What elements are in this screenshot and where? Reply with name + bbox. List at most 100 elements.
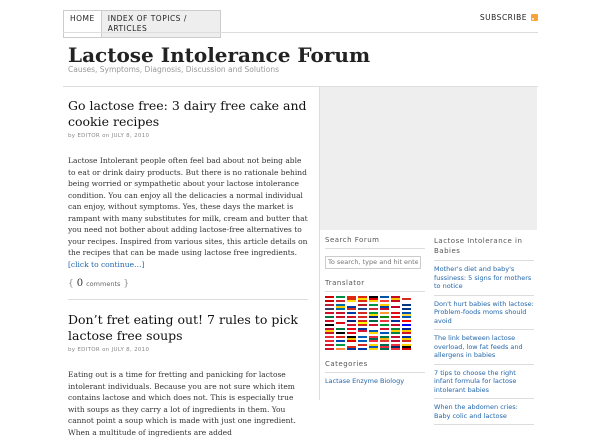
language-flag-icon[interactable]	[336, 303, 345, 310]
categories-widget: Categories Lactase Enzyme Biology	[325, 360, 425, 385]
language-flag-icon[interactable]	[347, 343, 356, 350]
language-flag-icon[interactable]	[358, 343, 367, 350]
language-flag-icon[interactable]	[380, 327, 389, 334]
language-flag-icon[interactable]	[380, 319, 389, 326]
language-flag-icon[interactable]	[380, 295, 389, 302]
language-flag-icon[interactable]	[402, 335, 411, 342]
language-flag-icon[interactable]	[347, 319, 356, 326]
sidebar-column-right: Lactose Intolerance in Babies Mother's d…	[434, 236, 534, 425]
subscribe-label[interactable]: SUBSCRIBE	[480, 13, 527, 22]
language-flag-icon[interactable]	[336, 295, 345, 302]
post-meta: by EDITOR on JULY 8, 2010	[68, 347, 150, 353]
comments-link[interactable]: { 0 comments }	[68, 278, 308, 289]
language-flags	[325, 295, 425, 350]
language-flag-icon[interactable]	[391, 335, 400, 342]
babies-widget-title: Lactose Intolerance in Babies	[434, 236, 534, 261]
language-flag-icon[interactable]	[402, 295, 411, 302]
subscribe-link[interactable]: SUBSCRIBE	[480, 13, 538, 22]
search-input[interactable]	[325, 255, 421, 269]
language-flag-icon[interactable]	[369, 327, 378, 334]
language-flag-icon[interactable]	[369, 319, 378, 326]
sidebar-banner	[319, 87, 537, 230]
language-flag-icon[interactable]	[369, 295, 378, 302]
language-flag-icon[interactable]	[380, 343, 389, 350]
language-flag-icon[interactable]	[391, 327, 400, 334]
language-flag-icon[interactable]	[325, 327, 334, 334]
language-flag-icon[interactable]	[358, 335, 367, 342]
categories-widget-title: Categories	[325, 360, 425, 373]
post-title[interactable]: Go lactose free: 3 dairy free cake and c…	[68, 98, 308, 130]
post: Don’t fret eating out! 7 rules to pick l…	[68, 312, 308, 438]
language-flag-icon[interactable]	[402, 327, 411, 334]
language-flag-icon[interactable]	[336, 319, 345, 326]
post-excerpt-text: Lactose Intolerant people often feel bad…	[68, 156, 308, 257]
language-flag-icon[interactable]	[325, 311, 334, 318]
top-navigation: HOME INDEX OF TOPICS / ARTICLES	[63, 10, 221, 38]
language-flag-icon[interactable]	[391, 303, 400, 310]
language-flag-icon[interactable]	[336, 335, 345, 342]
translator-widget-title: Translator	[325, 279, 425, 292]
language-flag-icon[interactable]	[358, 327, 367, 334]
language-flag-icon[interactable]	[336, 343, 345, 350]
language-flag-icon[interactable]	[380, 311, 389, 318]
nav-index-tab[interactable]: INDEX OF TOPICS / ARTICLES	[100, 10, 221, 38]
brace-right-icon: }	[123, 278, 130, 289]
language-flag-icon[interactable]	[391, 311, 400, 318]
language-flag-icon[interactable]	[402, 343, 411, 350]
language-flag-icon[interactable]	[325, 303, 334, 310]
language-flag-icon[interactable]	[380, 335, 389, 342]
translator-widget: Translator	[325, 279, 425, 350]
continue-link[interactable]: [click to continue…]	[68, 260, 144, 269]
language-flag-icon[interactable]	[391, 295, 400, 302]
language-flag-icon[interactable]	[325, 335, 334, 342]
brace-left-icon: {	[68, 278, 74, 289]
language-flag-icon[interactable]	[391, 319, 400, 326]
language-flag-icon[interactable]	[336, 327, 345, 334]
post-meta: by EDITOR on JULY 8, 2010	[68, 133, 150, 139]
babies-article-link[interactable]: 7 tips to choose the right infant formul…	[434, 365, 534, 399]
babies-article-link[interactable]: Mother's diet and baby's fussiness: 5 si…	[434, 261, 534, 296]
main-content: Go lactose free: 3 dairy free cake and c…	[68, 86, 308, 438]
language-flag-icon[interactable]	[347, 311, 356, 318]
language-flag-icon[interactable]	[369, 311, 378, 318]
language-flag-icon[interactable]	[347, 303, 356, 310]
nav-home-tab[interactable]: HOME	[63, 10, 102, 38]
language-flag-icon[interactable]	[325, 343, 334, 350]
divider	[68, 299, 308, 300]
site-description: Causes, Symptoms, Diagnosis, Discussion …	[68, 65, 280, 74]
language-flag-icon[interactable]	[402, 319, 411, 326]
language-flag-icon[interactable]	[402, 311, 411, 318]
babies-article-link[interactable]: The link between lactose overload, low f…	[434, 330, 534, 365]
divider	[319, 87, 320, 400]
comments-count[interactable]: 0	[77, 278, 83, 289]
search-widget-title: Search Forum	[325, 236, 425, 249]
language-flag-icon[interactable]	[347, 327, 356, 334]
post-title[interactable]: Don’t fret eating out! 7 rules to pick l…	[68, 312, 308, 344]
post-excerpt: Eating out is a time for fretting and pa…	[68, 370, 296, 437]
post: Go lactose free: 3 dairy free cake and c…	[68, 98, 308, 300]
language-flag-icon[interactable]	[358, 295, 367, 302]
language-flag-icon[interactable]	[358, 303, 367, 310]
site-title[interactable]: Lactose Intolerance Forum	[68, 43, 370, 67]
language-flag-icon[interactable]	[358, 311, 367, 318]
babies-article-link[interactable]: Don't hurt babies with lactose: Problem-…	[434, 296, 534, 330]
comments-label[interactable]: comments	[86, 280, 120, 288]
language-flag-icon[interactable]	[369, 335, 378, 342]
language-flag-icon[interactable]	[380, 303, 389, 310]
language-flag-icon[interactable]	[347, 295, 356, 302]
category-link[interactable]: Lactase Enzyme Biology	[325, 377, 425, 385]
language-flag-icon[interactable]	[336, 311, 345, 318]
language-flag-icon[interactable]	[325, 319, 334, 326]
language-flag-icon[interactable]	[369, 303, 378, 310]
babies-article-link[interactable]: When the abdomen cries: Baby colic and l…	[434, 399, 534, 425]
divider	[63, 32, 538, 33]
language-flag-icon[interactable]	[325, 295, 334, 302]
language-flag-icon[interactable]	[402, 303, 411, 310]
language-flag-icon[interactable]	[369, 343, 378, 350]
language-flag-icon[interactable]	[347, 335, 356, 342]
rss-icon[interactable]	[531, 14, 538, 21]
post-excerpt: Lactose Intolerant people often feel bad…	[68, 155, 308, 270]
language-flag-icon[interactable]	[391, 343, 400, 350]
sidebar-column-left: Search Forum Translator Categories Lacta…	[325, 236, 425, 385]
language-flag-icon[interactable]	[358, 319, 367, 326]
